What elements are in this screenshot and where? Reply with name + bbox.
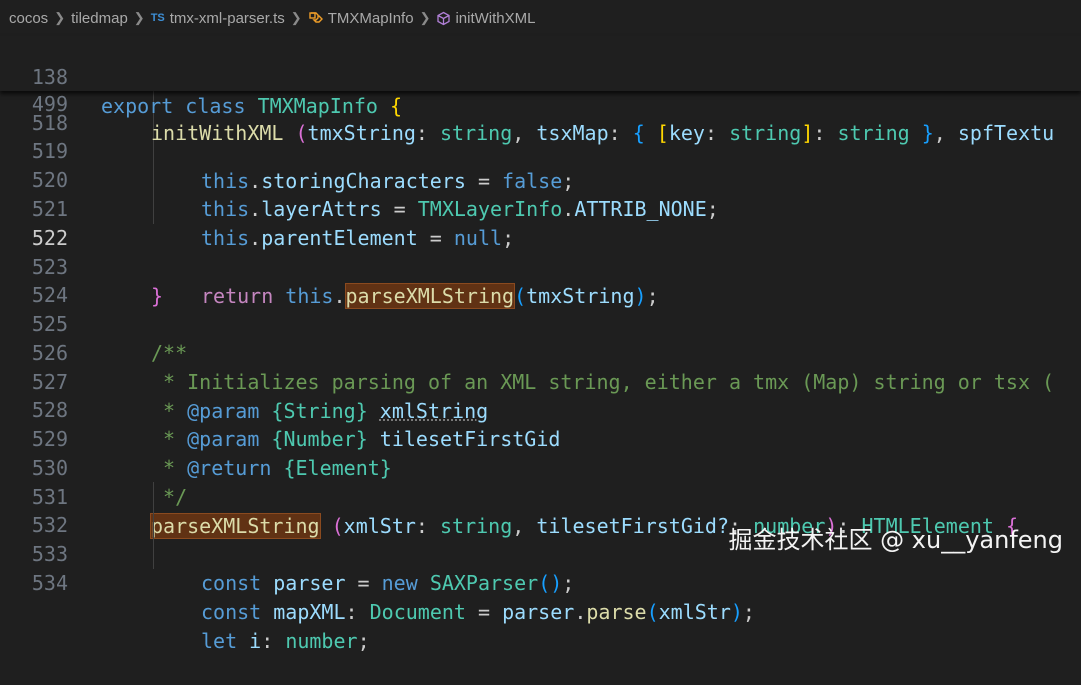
code-line[interactable]: 528 * @param {Number} tilesetFirstGid: [0, 367, 1081, 451]
code-line[interactable]: 525 /**: [0, 281, 1081, 365]
chevron-right-icon: ❯: [54, 10, 66, 25]
code-text: const parser = new SAXParser();: [201, 571, 575, 595]
breadcrumb-tiledmap[interactable]: tiledmap: [71, 10, 128, 27]
code-line[interactable]: 523 }: [0, 224, 1081, 308]
method-symbol-icon: [436, 11, 451, 26]
code-line[interactable]: 524: [0, 252, 1081, 307]
chevron-right-icon: ❯: [290, 10, 302, 25]
code-text: export class TMXMapInfo {: [101, 94, 403, 118]
class-symbol-icon: [308, 11, 324, 25]
breadcrumb-file[interactable]: tmx-xml-parser.ts: [170, 10, 285, 27]
line-number: 499: [31, 92, 68, 116]
watermark: 掘金技术社区 @ xu__yanfeng: [728, 526, 1063, 554]
chevron-right-icon: ❯: [419, 10, 431, 25]
sticky-line[interactable]: 138 export class TMXMapInfo {: [0, 34, 1081, 118]
sticky-scroll[interactable]: 138 export class TMXMapInfo { 499 initWi…: [0, 34, 1081, 145]
code-line[interactable]: 529 * @return {Element}: [0, 396, 1081, 480]
typescript-file-icon: TS: [150, 12, 165, 24]
code-line[interactable]: 532 const parser = new SAXParser();: [0, 482, 1081, 595]
code-line-active[interactable]: 522 return this.parseXMLString(tmxString…: [0, 195, 1081, 309]
code-text: const mapXML: Document = parser.parse(xm…: [201, 600, 755, 624]
code-text: initWithXML (tmxString: string, tsxMap: …: [151, 121, 1055, 145]
breadcrumb-class[interactable]: TMXMapInfo: [328, 10, 414, 27]
code-line[interactable]: 531 parseXMLString (xmlStr: string, tile…: [0, 454, 1081, 539]
line-number: 534: [31, 571, 68, 595]
code-line[interactable]: 527 * @param {String} xmlString: [0, 339, 1081, 423]
sticky-line[interactable]: 499 initWithXML (tmxString: string, tsxM…: [0, 61, 1081, 145]
chevron-right-icon: ❯: [133, 10, 145, 25]
breadcrumb-cocos[interactable]: cocos: [9, 10, 48, 27]
code-line[interactable]: 530 */: [0, 425, 1081, 509]
code-text: let i: number;: [201, 629, 370, 653]
breadcrumb: cocos ❯ tiledmap ❯ TS tmx-xml-parser.ts …: [0, 0, 1081, 36]
code-line[interactable]: 526 * Initializes parsing of an XML stri…: [0, 310, 1081, 394]
breadcrumb-method[interactable]: initWithXML: [455, 10, 535, 27]
code-line[interactable]: 521: [0, 166, 1081, 221]
